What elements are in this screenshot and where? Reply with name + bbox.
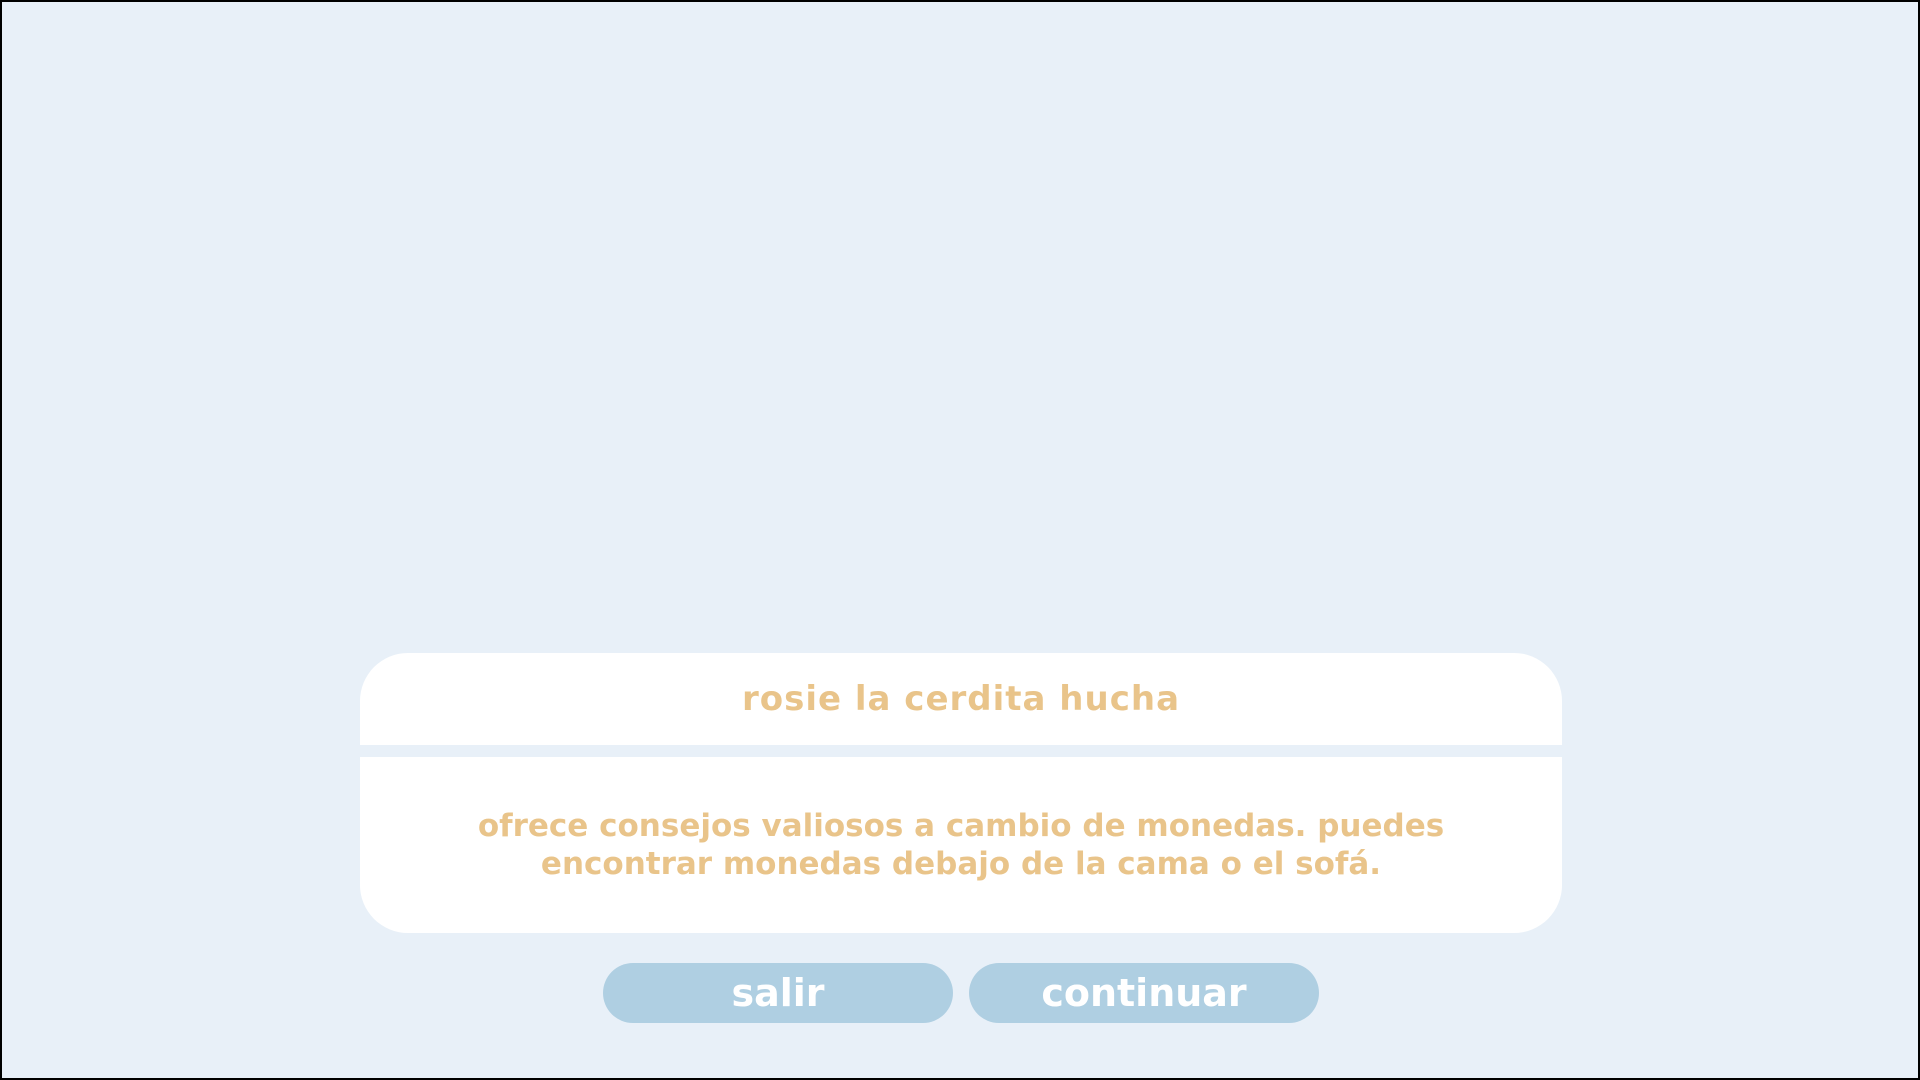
game-screen: Rosie la cerdita hucha Ofrece consejos v… <box>0 0 1920 1080</box>
dialog-body-panel: Ofrece consejos valiosos a cambio de mon… <box>360 757 1562 933</box>
character-dialog: Rosie la cerdita hucha Ofrece consejos v… <box>360 653 1562 933</box>
continue-button[interactable]: continuar <box>969 963 1319 1023</box>
dialog-title-panel: Rosie la cerdita hucha <box>360 653 1562 745</box>
dialog-title: Rosie la cerdita hucha <box>741 679 1181 719</box>
dialog-text: Ofrece consejos valiosos a cambio de mon… <box>477 808 1445 882</box>
exit-button[interactable]: salir <box>603 963 953 1023</box>
